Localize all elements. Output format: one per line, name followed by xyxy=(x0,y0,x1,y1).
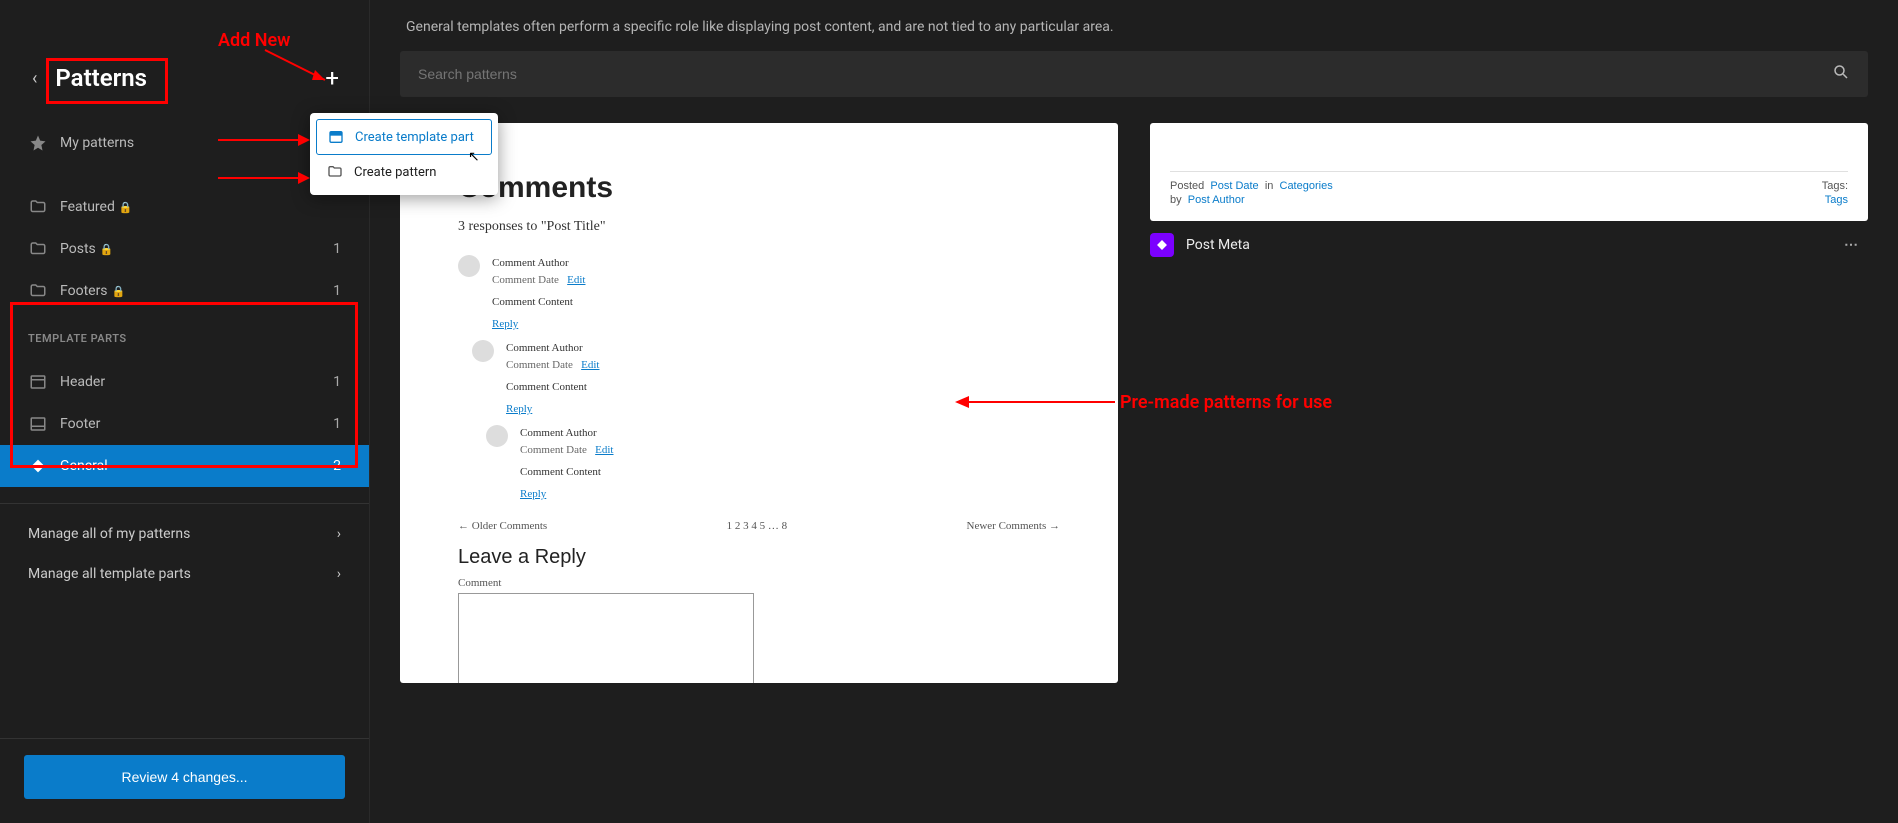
main-content: General templates often perform a specif… xyxy=(370,0,1898,823)
patterns-grid: Comments 3 responses to "Post Title" Com… xyxy=(400,123,1868,683)
page-numbers: 1 2 3 4 5 … 8 xyxy=(727,520,788,532)
comment-author: Comment Author xyxy=(492,257,569,269)
folder-icon xyxy=(326,163,344,181)
manage-label: Manage all template parts xyxy=(28,566,191,582)
pattern-title-row: Post Meta ⋯ xyxy=(1150,233,1868,257)
create-template-part-option[interactable]: Create template part xyxy=(316,119,492,155)
search-icon xyxy=(1832,63,1850,85)
lock-icon: 🔒 xyxy=(100,243,114,256)
lock-icon: 🔒 xyxy=(112,285,126,298)
reply-link: Reply xyxy=(520,488,546,500)
reply-link: Reply xyxy=(492,318,518,330)
footer-layout-icon xyxy=(28,414,48,434)
manage-my-patterns[interactable]: Manage all of my patterns › xyxy=(0,514,369,554)
cursor-icon: ↖ xyxy=(468,149,480,165)
avatar xyxy=(486,425,508,447)
comment-content: Comment Content xyxy=(520,466,1060,478)
meta-line: by Post Author xyxy=(1170,194,1333,206)
older-comments: ← Older Comments xyxy=(458,520,547,532)
section-label-template-parts: TEMPLATE PARTS xyxy=(0,318,369,355)
pattern-card-comments[interactable]: Comments 3 responses to "Post Title" Com… xyxy=(400,123,1118,683)
edit-link: Edit xyxy=(581,359,599,371)
leave-reply-heading: Leave a Reply xyxy=(458,546,1060,569)
sidebar-item-label: Header xyxy=(60,374,321,390)
pattern-card-post-meta[interactable]: Posted Post Date in Categories by Post A… xyxy=(1150,123,1868,221)
item-count: 1 xyxy=(333,416,341,432)
comment-content: Comment Content xyxy=(506,381,1060,393)
item-count: 2 xyxy=(333,458,341,474)
back-button[interactable]: ‹ xyxy=(24,64,45,93)
sidebar-item-label: My patterns xyxy=(60,135,341,151)
option-label: Create pattern xyxy=(354,165,436,180)
create-pattern-option[interactable]: Create pattern xyxy=(316,155,492,189)
option-label: Create template part xyxy=(355,130,474,145)
page-title: Patterns xyxy=(55,64,305,92)
comment-author: Comment Author xyxy=(520,427,597,439)
sidebar-item-posts[interactable]: Posts🔒 1 xyxy=(0,228,369,270)
sidebar-item-label: General xyxy=(60,458,321,474)
sidebar-item-footer[interactable]: Footer 1 xyxy=(0,403,369,445)
review-changes-button[interactable]: Review 4 changes... xyxy=(24,755,345,799)
avatar xyxy=(472,340,494,362)
sidebar-item-label: Footer xyxy=(60,416,321,432)
add-new-button[interactable]: + xyxy=(315,60,349,96)
chevron-right-icon: › xyxy=(337,526,341,542)
comment-field-label: Comment xyxy=(458,577,1060,589)
manage-label: Manage all of my patterns xyxy=(28,526,190,542)
header-layout-icon xyxy=(28,372,48,392)
search-bar[interactable] xyxy=(400,51,1868,97)
folder-icon xyxy=(28,197,48,217)
diamond-icon xyxy=(28,456,48,476)
lock-icon: 🔒 xyxy=(119,201,133,214)
manage-template-parts[interactable]: Manage all template parts › xyxy=(0,554,369,594)
star-icon xyxy=(28,133,48,153)
edit-link: Edit xyxy=(567,274,585,286)
sidebar-item-label: Featured🔒 xyxy=(60,199,329,215)
search-input[interactable] xyxy=(418,66,1832,82)
avatar xyxy=(458,255,480,277)
folder-icon xyxy=(28,239,48,259)
newer-comments: Newer Comments → xyxy=(967,520,1060,532)
meta-line: Posted Post Date in Categories xyxy=(1170,180,1333,192)
diamond-icon xyxy=(1150,233,1174,257)
comment-author: Comment Author xyxy=(506,342,583,354)
sidebar-header: ‹ Patterns + xyxy=(0,0,369,116)
comment-content: Comment Content xyxy=(492,296,1060,308)
more-options-button[interactable]: ⋯ xyxy=(1836,233,1868,257)
comment-date: Comment Date xyxy=(520,444,587,456)
item-count: 1 xyxy=(333,374,341,390)
edit-link: Edit xyxy=(595,444,613,456)
sidebar-item-label: Footers🔒 xyxy=(60,283,321,299)
comment-pager: ← Older Comments 1 2 3 4 5 … 8 Newer Com… xyxy=(458,510,1060,538)
preview-heading: Comments xyxy=(458,171,1060,205)
chevron-right-icon: › xyxy=(337,566,341,582)
sidebar-item-footers[interactable]: Footers🔒 1 xyxy=(0,270,369,312)
sidebar-item-general[interactable]: General 2 xyxy=(0,445,369,487)
comment-date: Comment Date xyxy=(492,274,559,286)
reply-link: Reply xyxy=(506,403,532,415)
comment-date: Comment Date xyxy=(506,359,573,371)
item-count: 1 xyxy=(333,241,341,257)
sidebar-footer: Review 4 changes... xyxy=(0,738,369,823)
tags-label: Tags: xyxy=(1822,180,1848,192)
tags-value: Tags xyxy=(1822,194,1848,206)
template-part-icon xyxy=(327,128,345,146)
pattern-title: Post Meta xyxy=(1186,237,1250,253)
sidebar-item-header[interactable]: Header 1 xyxy=(0,361,369,403)
page-description: General templates often perform a specif… xyxy=(400,15,1868,51)
item-count: 1 xyxy=(333,283,341,299)
comment-textarea xyxy=(458,593,754,683)
folder-icon xyxy=(28,281,48,301)
preview-subheading: 3 responses to "Post Title" xyxy=(458,219,1060,235)
sidebar-item-label: Posts🔒 xyxy=(60,241,321,257)
